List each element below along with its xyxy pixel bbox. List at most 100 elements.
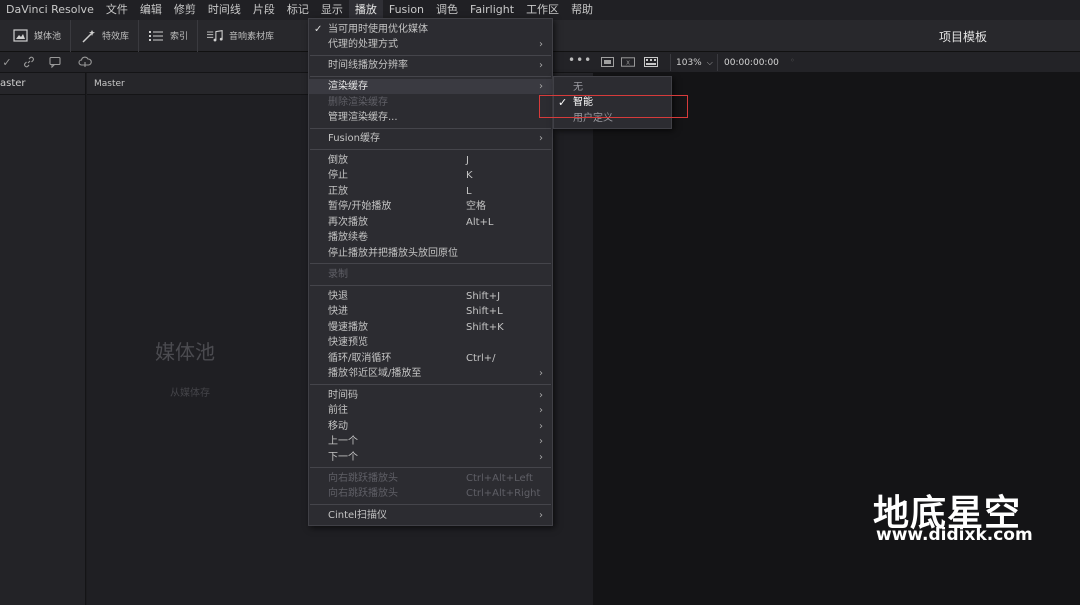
menu-workspace[interactable]: 工作区 xyxy=(520,0,565,20)
music-note-icon xyxy=(207,29,223,43)
effects-button[interactable]: 特效库 xyxy=(71,19,140,52)
menu-item-cintel-scanner[interactable]: Cintel扫描仪 › xyxy=(309,508,552,523)
menu-edit[interactable]: 编辑 xyxy=(134,0,168,20)
svg-text:X: X xyxy=(626,60,630,66)
menu-fairlight[interactable]: Fairlight xyxy=(464,0,520,20)
menu-item-manage-render-cache[interactable]: 管理渲染缓存... xyxy=(309,110,552,125)
media-pool-label: 媒体池 xyxy=(34,32,62,42)
menu-item-play-forward[interactable]: 正放 L xyxy=(309,184,552,199)
menu-separator xyxy=(310,149,551,150)
source-view-icon[interactable]: X xyxy=(621,55,635,69)
menu-separator xyxy=(310,76,551,77)
chevron-right-icon: › xyxy=(539,421,543,432)
clip-view-icon[interactable] xyxy=(600,55,614,69)
menu-item-loop[interactable]: 循环/取消循环 Ctrl+/ xyxy=(309,351,552,366)
dot-icon: ◦ xyxy=(790,56,795,65)
project-template-title: 项目模板 xyxy=(938,30,987,44)
menu-file[interactable]: 文件 xyxy=(100,0,134,20)
menu-separator xyxy=(310,504,551,505)
menu-item-fast-reverse[interactable]: 快退 Shift+J xyxy=(309,289,552,304)
menu-item-proxy-handling[interactable]: 代理的处理方式 › xyxy=(309,37,552,52)
menu-item-previous[interactable]: 上一个 › xyxy=(309,434,552,449)
menu-item-play-again[interactable]: 再次播放 Alt+L xyxy=(309,215,552,230)
menu-item-go-to[interactable]: 前往 › xyxy=(309,403,552,418)
menu-item-stop-and-return[interactable]: 停止播放并把播放头放回原位 xyxy=(309,246,552,261)
media-pool-button[interactable]: 媒体池 xyxy=(0,19,72,52)
menu-trim[interactable]: 修剪 xyxy=(168,0,202,20)
menu-fusion[interactable]: Fusion xyxy=(383,0,430,20)
chevron-right-icon: › xyxy=(539,405,543,416)
timecode-display[interactable]: 00:00:00:00 xyxy=(717,54,785,71)
chevron-down-icon: ⌵ xyxy=(706,57,713,67)
more-options-icon[interactable]: ••• xyxy=(568,53,592,67)
menu-item-record[interactable]: 录制 xyxy=(309,267,552,282)
media-pool-empty-subtitle: 从媒体存 xyxy=(170,388,210,399)
menu-playback[interactable]: 播放 xyxy=(348,0,383,20)
link-icon[interactable] xyxy=(22,55,36,69)
chevron-right-icon: › xyxy=(539,390,543,401)
list-icon xyxy=(148,29,164,43)
film-strip-icon[interactable] xyxy=(644,55,658,69)
chevron-right-icon: › xyxy=(539,60,543,71)
menu-view[interactable]: 显示 xyxy=(315,0,349,20)
menu-item-next[interactable]: 下一个 › xyxy=(309,450,552,465)
menu-help[interactable]: 帮助 xyxy=(565,0,599,20)
chevron-right-icon: › xyxy=(539,133,543,144)
menu-item-timecode[interactable]: 时间码 › xyxy=(309,388,552,403)
chevron-right-icon: › xyxy=(539,436,543,447)
menu-separator xyxy=(310,55,551,56)
sound-library-button[interactable]: 音响素材库 xyxy=(198,20,283,52)
media-pool-empty-title: 媒体池 xyxy=(155,340,215,364)
menu-item-jump-left[interactable]: 向右跳跃播放头 Ctrl+Alt+Left xyxy=(309,471,552,486)
chevron-right-icon: › xyxy=(539,368,543,379)
effects-label: 特效库 xyxy=(102,32,130,42)
chevron-right-icon: › xyxy=(539,39,543,50)
check-icon: ✓ xyxy=(314,24,323,35)
menu-item-play-reverse[interactable]: 倒放 J xyxy=(309,153,552,168)
bin-list-panel: aster xyxy=(0,73,86,605)
menu-color[interactable]: 调色 xyxy=(430,0,464,20)
menu-item-timeline-resolution[interactable]: 时间线播放分辨率 › xyxy=(309,58,552,73)
menu-separator xyxy=(310,263,551,264)
bin-list-header[interactable]: aster xyxy=(0,73,85,95)
check-icon[interactable]: ✓ xyxy=(0,55,14,69)
menu-item-play-pause[interactable]: 暂停/开始播放 空格 xyxy=(309,199,552,214)
index-button[interactable]: 索引 xyxy=(139,19,199,52)
menu-separator xyxy=(310,128,551,129)
submenu-item-none[interactable]: 无 xyxy=(554,80,671,95)
menu-item-slow-play[interactable]: 慢速播放 Shift+K xyxy=(309,320,552,335)
index-label: 索引 xyxy=(170,32,189,42)
cloud-icon[interactable] xyxy=(78,55,92,69)
menu-separator xyxy=(310,467,551,468)
menu-app[interactable]: DaVinci Resolve xyxy=(0,0,100,20)
chevron-right-icon: › xyxy=(539,452,543,463)
media-pool-icon xyxy=(12,29,28,43)
menu-item-delete-render-cache[interactable]: 删除渲染缓存 xyxy=(309,95,552,110)
menu-item-fast-forward[interactable]: 快进 Shift+L xyxy=(309,304,552,319)
chevron-right-icon: › xyxy=(539,510,543,521)
menu-item-fast-review[interactable]: 快速预览 xyxy=(309,335,552,350)
chevron-right-icon: › xyxy=(539,81,543,92)
menu-item-fusion-cache[interactable]: Fusion缓存 › xyxy=(309,131,552,146)
magic-wand-icon xyxy=(80,29,96,43)
sound-library-label: 音响素材库 xyxy=(229,32,275,42)
menu-item-render-cache[interactable]: 渲染缓存 › xyxy=(309,79,552,94)
watermark-url: www.didixk.com xyxy=(876,525,1033,545)
menu-item-use-optimized-media[interactable]: ✓ 当可用时使用优化媒体 xyxy=(309,22,552,37)
menu-timeline[interactable]: 时间线 xyxy=(202,0,247,20)
menu-item-play-continuous[interactable]: 播放续卷 xyxy=(309,230,552,245)
menu-item-play-around[interactable]: 播放邻近区域/播放至 › xyxy=(309,366,552,381)
menu-clip[interactable]: 片段 xyxy=(247,0,281,20)
playback-menu: ✓ 当可用时使用优化媒体 代理的处理方式 › 时间线播放分辨率 › 渲染缓存 ›… xyxy=(308,18,553,526)
comment-icon[interactable] xyxy=(48,55,62,69)
zoom-dropdown[interactable]: 103% ⌵ xyxy=(670,54,718,71)
menu-item-stop[interactable]: 停止 K xyxy=(309,168,552,183)
menu-item-move[interactable]: 移动 › xyxy=(309,419,552,434)
annotation-highlight-box xyxy=(539,95,688,118)
menu-separator xyxy=(310,285,551,286)
menu-mark[interactable]: 标记 xyxy=(281,0,315,20)
zoom-value: 103% xyxy=(676,57,702,68)
menu-item-jump-right[interactable]: 向右跳跃播放头 Ctrl+Alt+Right xyxy=(309,486,552,501)
menu-separator xyxy=(310,384,551,385)
menubar: DaVinci Resolve 文件 编辑 修剪 时间线 片段 标记 显示 播放… xyxy=(0,0,1080,20)
